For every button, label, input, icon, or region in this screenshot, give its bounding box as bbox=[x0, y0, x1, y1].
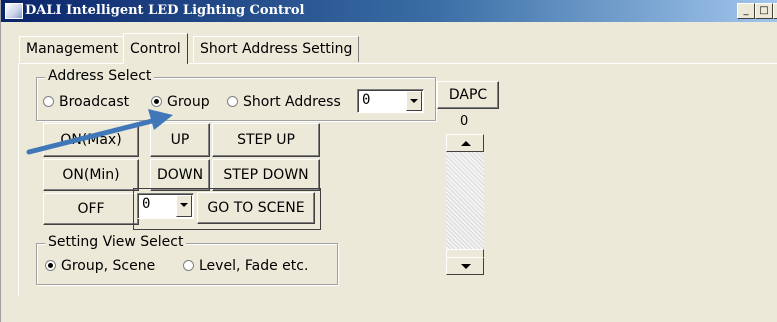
scroll-down-button[interactable] bbox=[446, 257, 484, 275]
app-icon bbox=[5, 3, 23, 19]
scene-combo[interactable]: 0 bbox=[137, 193, 194, 219]
tab-short-address-setting[interactable]: Short Address Setting bbox=[193, 36, 360, 62]
radio-group-indicator bbox=[151, 95, 162, 107]
go-to-scene-button[interactable]: GO TO SCENE bbox=[197, 192, 315, 224]
dapc-button[interactable]: DAPC bbox=[437, 81, 499, 109]
chevron-down-icon[interactable] bbox=[406, 91, 422, 111]
arrow-down-icon bbox=[461, 264, 471, 269]
short-address-value: 0 bbox=[362, 92, 371, 108]
app-window: DALI Intelligent LED Lighting Control _ … bbox=[0, 0, 777, 322]
dapc-level-scrollbar[interactable] bbox=[446, 134, 484, 275]
step-up-button[interactable]: STEP UP bbox=[212, 123, 320, 157]
off-button[interactable]: OFF bbox=[43, 193, 139, 225]
scroll-up-button[interactable] bbox=[446, 134, 484, 152]
minimize-button[interactable]: _ bbox=[737, 3, 755, 19]
arrow-up-icon bbox=[461, 141, 471, 146]
setting-view-group: Setting View Select Group, Scene Level, … bbox=[36, 234, 338, 285]
address-select-group: Address Select Broadcast Group Short Add… bbox=[36, 68, 436, 121]
tab-management[interactable]: Management bbox=[19, 36, 126, 62]
radio-level-fade-indicator bbox=[183, 259, 194, 271]
title-bar: DALI Intelligent LED Lighting Control _ … bbox=[1, 0, 777, 22]
address-select-label: Address Select bbox=[45, 68, 155, 84]
close-button[interactable]: × bbox=[773, 3, 777, 19]
tab-control[interactable]: Control bbox=[123, 33, 188, 64]
setting-view-label: Setting View Select bbox=[45, 234, 187, 250]
radio-broadcast-indicator bbox=[43, 95, 54, 107]
radio-broadcast-label: Broadcast bbox=[59, 94, 130, 110]
on-min-button[interactable]: ON(Min) bbox=[43, 159, 139, 191]
radio-short-address-label: Short Address bbox=[243, 94, 341, 110]
radio-broadcast[interactable]: Broadcast bbox=[43, 94, 129, 110]
on-max-button[interactable]: ON(Max) bbox=[43, 123, 139, 157]
step-down-button[interactable]: STEP DOWN bbox=[212, 159, 320, 191]
radio-group[interactable]: Group bbox=[151, 94, 210, 110]
radio-short-address-indicator bbox=[227, 95, 238, 107]
down-button[interactable]: DOWN bbox=[150, 159, 210, 191]
radio-group-scene-label: Group, Scene bbox=[61, 258, 156, 274]
chevron-down-icon[interactable] bbox=[176, 195, 192, 217]
radio-group-scene-indicator bbox=[45, 259, 56, 271]
radio-group-scene[interactable]: Group, Scene bbox=[45, 258, 155, 274]
maximize-button[interactable]: □ bbox=[755, 3, 773, 19]
control-panel: Address Select Broadcast Group Short Add… bbox=[18, 63, 777, 296]
radio-group-label: Group bbox=[167, 94, 210, 110]
radio-level-fade-label: Level, Fade etc. bbox=[199, 258, 309, 274]
dapc-value: 0 bbox=[460, 114, 469, 129]
short-address-combo[interactable]: 0 bbox=[357, 89, 424, 113]
up-button[interactable]: UP bbox=[150, 123, 210, 157]
window-title: DALI Intelligent LED Lighting Control bbox=[25, 3, 305, 18]
scene-value: 0 bbox=[142, 196, 151, 212]
radio-level-fade[interactable]: Level, Fade etc. bbox=[183, 258, 308, 274]
radio-short-address[interactable]: Short Address bbox=[227, 94, 341, 110]
